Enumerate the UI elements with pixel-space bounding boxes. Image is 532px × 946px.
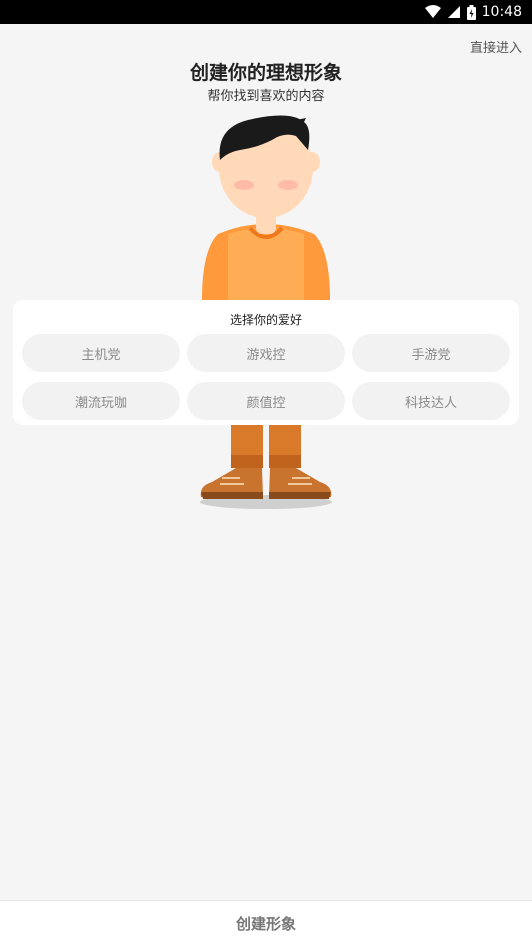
hobby-chip[interactable]: 颜值控 bbox=[187, 382, 345, 420]
hobby-title: 选择你的爱好 bbox=[229, 313, 302, 327]
hobby-chip[interactable]: 潮流玩咖 bbox=[22, 382, 180, 420]
avatar-illustration bbox=[200, 115, 332, 509]
hobby-chip[interactable]: 手游党 bbox=[352, 334, 510, 372]
avatar-shoes bbox=[200, 468, 332, 499]
hobby-chip[interactable]: 游戏控 bbox=[187, 334, 345, 372]
hobby-chip[interactable]: 科技达人 bbox=[352, 382, 510, 420]
avatar-shirt bbox=[202, 224, 330, 300]
create-avatar-button[interactable]: 创建形象 bbox=[236, 913, 296, 934]
hobby-chip[interactable]: 主机党 bbox=[22, 334, 180, 372]
hobby-card: 选择你的爱好 主机党 游戏控 手游党 潮流玩咖 颜值控 科技达人 bbox=[13, 300, 519, 425]
avatar-legs bbox=[231, 420, 301, 468]
bottom-bar: 创建形象 bbox=[0, 900, 532, 946]
